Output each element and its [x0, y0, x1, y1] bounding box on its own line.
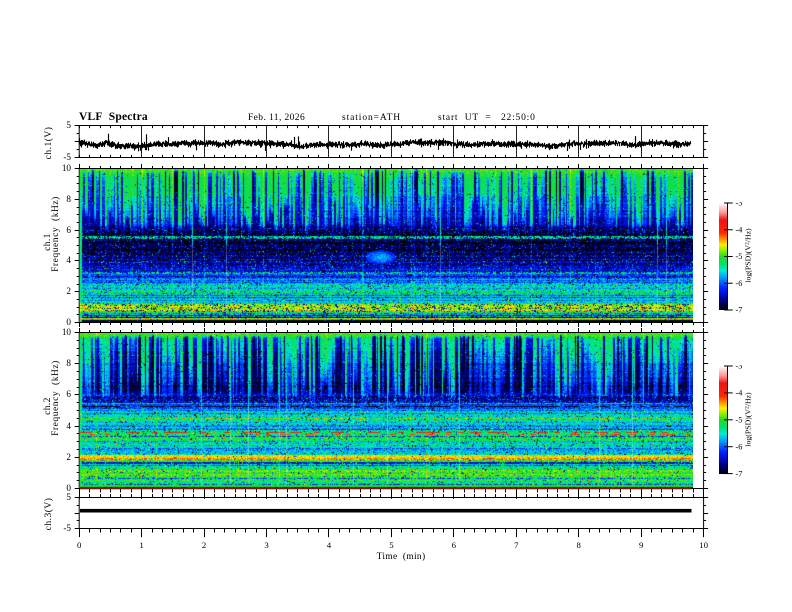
svg-text:-7: -7 [736, 470, 743, 477]
svg-text:-3: -3 [736, 365, 743, 371]
svg-text:-5: -5 [736, 416, 743, 425]
svg-text:-6: -6 [736, 279, 743, 288]
svg-text:-7: -7 [736, 305, 743, 312]
svg-text:-3: -3 [736, 202, 743, 208]
svg-text:-4: -4 [736, 225, 743, 234]
svg-text:-6: -6 [736, 443, 743, 452]
svg-text:-5: -5 [736, 252, 743, 261]
svg-text:-4: -4 [736, 389, 743, 398]
